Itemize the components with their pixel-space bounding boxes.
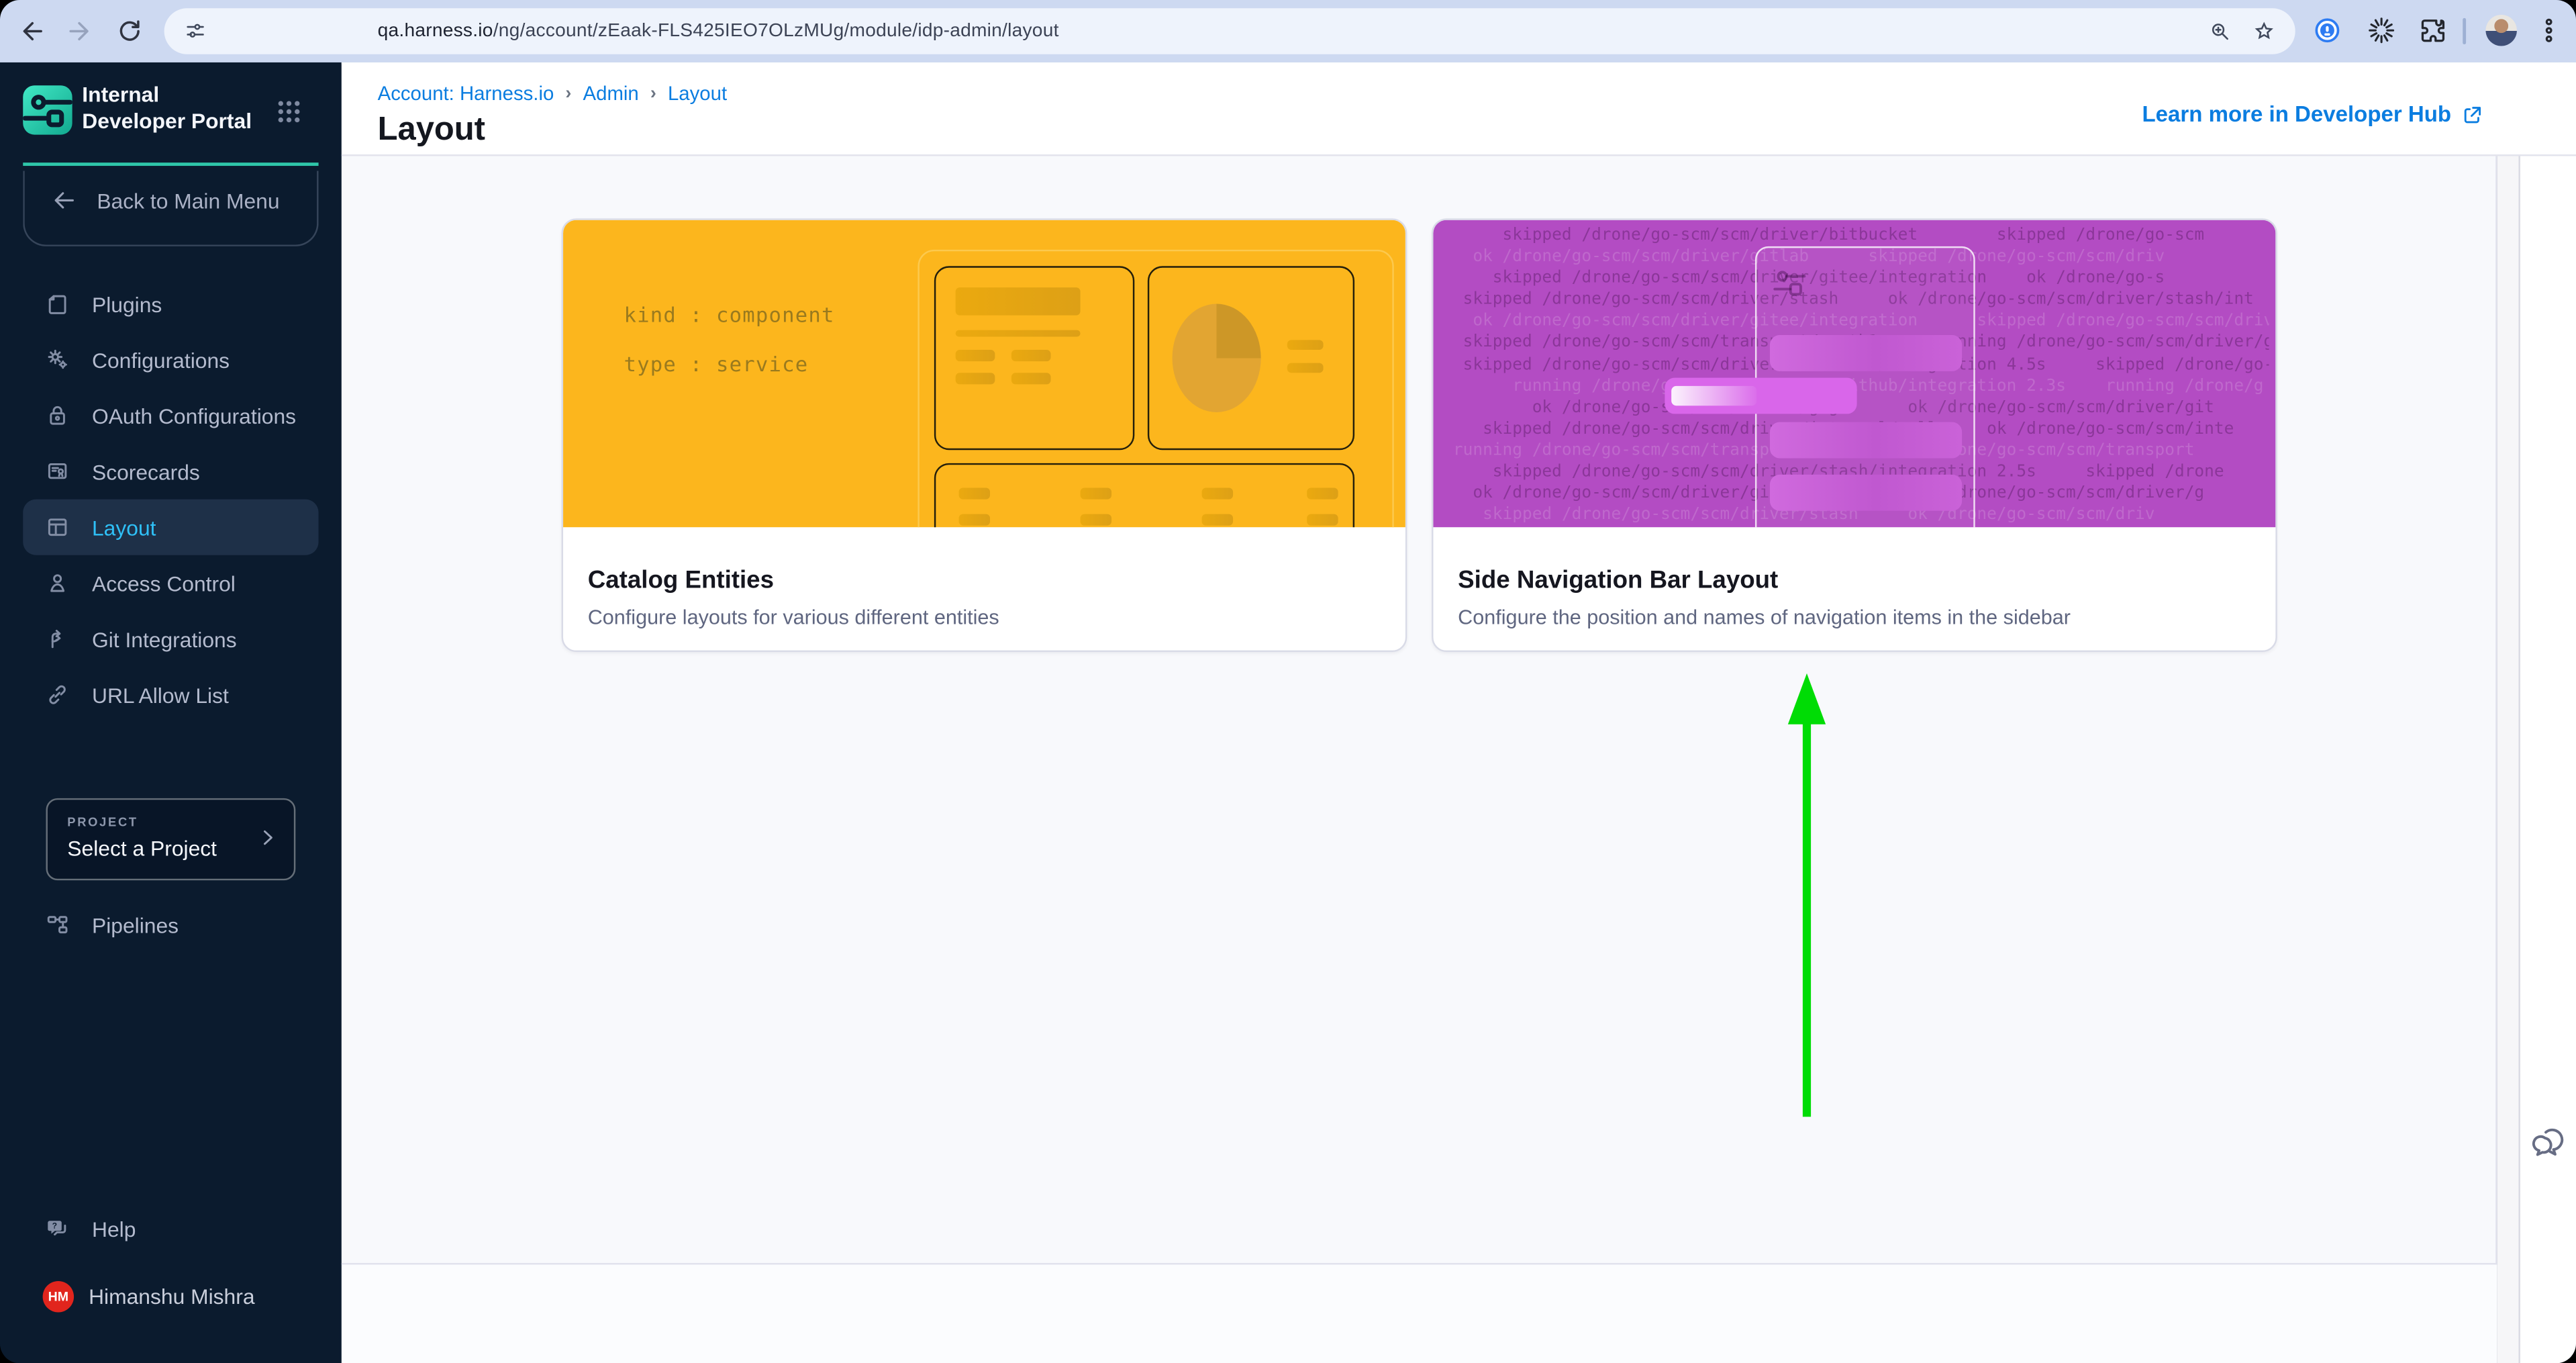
sidebar-nav: Plugins Configurations OAuth Configuration… — [23, 276, 318, 722]
help-label: Help — [92, 1216, 136, 1241]
sidebar-item-plugins[interactable]: Plugins — [23, 276, 318, 332]
screen: qa.harness.io/ng/account/zEaak-FLS425IEO… — [0, 0, 2576, 1363]
project-selector[interactable]: PROJECT Select a Project — [46, 798, 295, 880]
gears-icon — [44, 346, 70, 373]
card-title: Catalog Entities — [588, 567, 1381, 595]
breadcrumb: Account: Harness.io › Admin › Layout — [378, 82, 727, 105]
lock-icon — [44, 402, 70, 428]
sidebar-item-access-control[interactable]: Access Control — [23, 555, 318, 611]
card-description: Configure the position and names of navi… — [1458, 606, 2250, 629]
card-catalog-entities[interactable]: kind : componenttype : service — [562, 218, 1407, 652]
sidebar-item-label: Access Control — [92, 571, 236, 596]
right-gutter — [2520, 156, 2576, 1363]
reload-icon[interactable] — [115, 16, 144, 46]
sidebar-item-url-allow-list[interactable]: URL Allow List — [23, 667, 318, 722]
sidebar-item-scorecards[interactable]: Scorecards — [23, 443, 318, 499]
sidebar-item-layout[interactable]: Layout — [23, 500, 318, 555]
breadcrumb-layout[interactable]: Layout — [668, 82, 727, 105]
browser-profile-avatar[interactable] — [2485, 15, 2516, 46]
git-icon — [44, 626, 70, 652]
learn-more-link[interactable]: Learn more in Developer Hub — [2142, 102, 2484, 127]
sidebar-item-label: Configurations — [92, 347, 230, 372]
idp-logo-icon[interactable] — [23, 85, 72, 134]
site-settings-icon[interactable] — [184, 19, 207, 42]
sidebar-item-label: URL Allow List — [92, 682, 229, 707]
scrollbar[interactable] — [2497, 156, 2520, 1363]
illustration-panel-text — [934, 266, 1134, 450]
scorecard-icon — [44, 458, 70, 484]
chevron-right-icon — [256, 826, 279, 849]
link-icon — [44, 682, 70, 708]
module-grid-icon[interactable] — [273, 95, 305, 128]
catalog-entities-illustration: kind : componenttype : service — [563, 220, 1405, 527]
mock-nav-bar — [1770, 335, 1962, 371]
forward-icon[interactable] — [66, 16, 95, 46]
menu-dots-icon[interactable] — [2533, 15, 2564, 46]
extensions-puzzle-icon[interactable] — [2417, 15, 2448, 46]
sidebar-item-pipelines[interactable]: Pipelines — [23, 897, 318, 953]
card-title: Side Navigation Bar Layout — [1458, 567, 2250, 595]
mock-logo-icon — [1770, 263, 1810, 302]
illustration-panel-pie — [1148, 266, 1354, 450]
breadcrumb-account[interactable]: Account: Harness.io — [378, 82, 554, 105]
teal-divider — [23, 162, 318, 166]
pie-chart-shape — [1173, 304, 1261, 412]
breadcrumb-admin[interactable]: Admin — [583, 82, 639, 105]
user-name: Himanshu Mishra — [89, 1284, 254, 1309]
sidebar-item-oauth-configurations[interactable]: OAuth Configurations — [23, 387, 318, 443]
external-link-icon — [2461, 103, 2484, 126]
pipelines-label: Pipelines — [92, 912, 179, 937]
back-arrow-icon — [51, 187, 77, 214]
project-label: PROJECT — [67, 814, 138, 829]
back-label: Back to Main Menu — [97, 188, 279, 213]
sidebar-item-label: Scorecards — [92, 459, 200, 484]
mock-nav-bar-highlighted — [1665, 378, 1856, 414]
mock-nav-bar — [1770, 422, 1962, 459]
sidebar-item-label: Layout — [92, 515, 156, 540]
bookmark-star-icon[interactable] — [2252, 19, 2275, 42]
product-title: Internal Developer Portal — [82, 82, 266, 133]
back-icon[interactable] — [16, 16, 46, 46]
layout-icon — [44, 514, 70, 540]
project-value: Select a Project — [67, 836, 217, 861]
card-side-navigation-bar-layout[interactable]: skipped /drone/go-scm/scm/driver/bitbuck… — [1432, 218, 2277, 652]
zoom-icon[interactable] — [2208, 19, 2231, 42]
chat-help-icon[interactable] — [2530, 1122, 2570, 1162]
url-domain: qa.harness.io — [378, 21, 493, 41]
illustration-panel-table — [934, 463, 1354, 527]
svg-text:?: ? — [52, 1221, 57, 1231]
user-menu[interactable]: HM Himanshu Mishra — [43, 1281, 255, 1312]
learn-more-label: Learn more in Developer Hub — [2142, 102, 2451, 127]
side-nav-illustration: skipped /drone/go-scm/scm/driver/bitbuck… — [1433, 220, 2275, 527]
sidebar-item-help[interactable]: ? Help — [23, 1201, 318, 1256]
sidebar-item-git-integrations[interactable]: Git Integrations — [23, 611, 318, 667]
plugins-icon — [44, 291, 70, 317]
person-icon — [44, 570, 70, 596]
toolbar-separator — [2463, 18, 2466, 44]
url-bar[interactable]: qa.harness.io/ng/account/zEaak-FLS425IEO… — [164, 8, 2295, 54]
sidebar: Internal Developer Portal Back to Main M… — [0, 62, 342, 1363]
annotation-arrow-up — [1786, 673, 1827, 1117]
url-path: /ng/account/zEaak-FLS425IEO7OLzMUg/modul… — [493, 21, 1059, 41]
extension-sunburst-icon[interactable] — [2366, 15, 2397, 46]
breadcrumb-separator: › — [650, 84, 656, 103]
back-to-main-menu[interactable]: Back to Main Menu — [23, 171, 318, 246]
sidebar-item-label: Plugins — [92, 291, 162, 316]
sidebar-item-label: Git Integrations — [92, 626, 237, 651]
page-title: Layout — [378, 111, 485, 149]
user-avatar: HM — [43, 1281, 74, 1312]
breadcrumb-separator: › — [565, 84, 571, 103]
url-text[interactable]: qa.harness.io/ng/account/zEaak-FLS425IEO… — [378, 21, 1059, 41]
help-icon: ? — [44, 1215, 70, 1241]
browser-toolbar: qa.harness.io/ng/account/zEaak-FLS425IEO… — [0, 0, 2576, 64]
yaml-snippet: kind : componenttype : service — [624, 302, 835, 401]
card-description: Configure layouts for various different … — [588, 606, 1381, 629]
mock-nav-bar — [1770, 475, 1962, 511]
page-header: Account: Harness.io › Admin › Layout Lay… — [342, 62, 2576, 156]
sidebar-item-configurations[interactable]: Configurations — [23, 332, 318, 387]
sidebar-item-label: OAuth Configurations — [92, 404, 296, 428]
onepassword-extension-icon[interactable] — [2312, 15, 2342, 46]
content-footer — [342, 1263, 2497, 1363]
pipelines-icon — [44, 912, 70, 938]
